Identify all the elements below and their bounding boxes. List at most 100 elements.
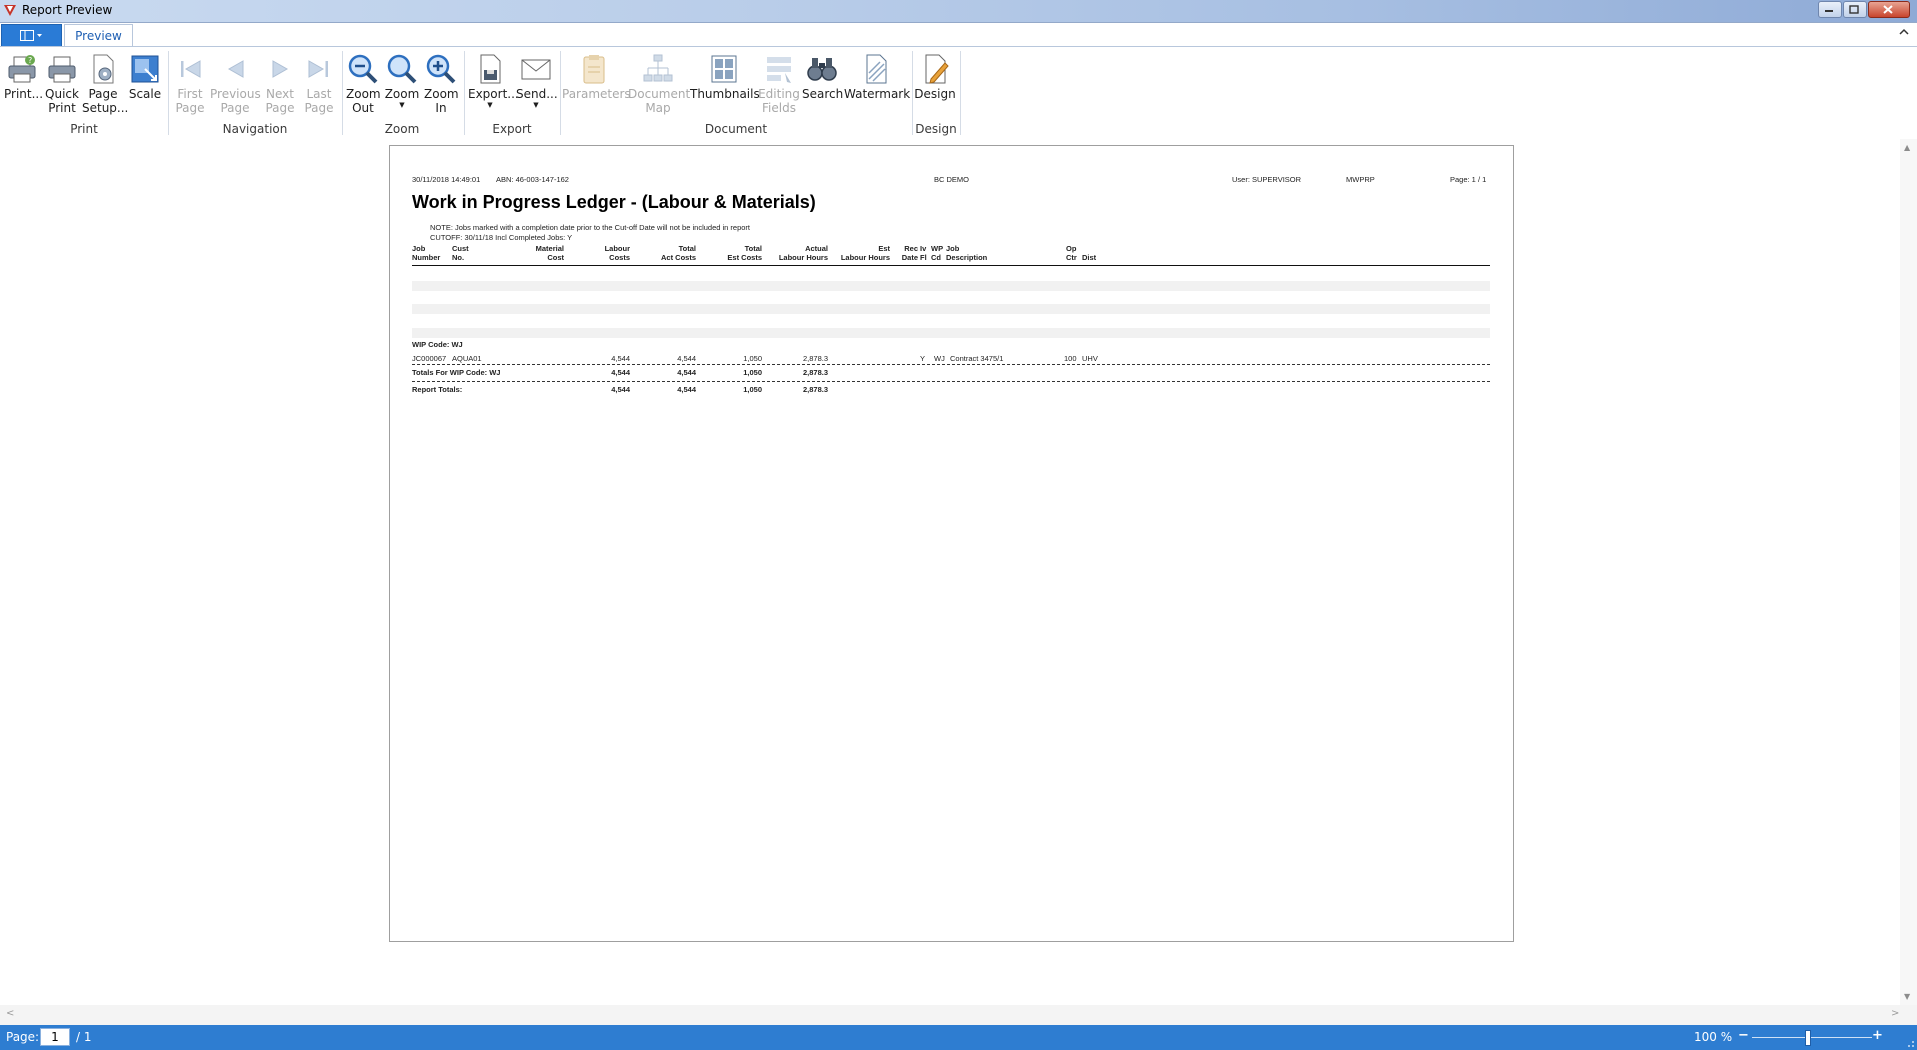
editing-fields-label-2: Fields (762, 101, 796, 115)
restore-icon (1849, 5, 1859, 14)
thumbnails-label: Thumbnails (690, 87, 760, 101)
zoom-out-icon (348, 54, 378, 84)
empty-band (412, 304, 1490, 314)
watermark-icon (866, 54, 887, 84)
previous-page-button[interactable]: Previous Page (210, 49, 261, 121)
editing-fields-button[interactable]: Editing Fields (758, 49, 800, 121)
close-icon (1883, 5, 1893, 14)
zoom-in-label-2: In (435, 101, 447, 115)
title-bar: Report Preview (0, 0, 1917, 23)
report-totals-total-act: 4,544 (677, 385, 696, 394)
close-button[interactable] (1868, 1, 1910, 18)
page-setup-icon (93, 54, 114, 84)
page-number-input[interactable]: 1 (40, 1028, 70, 1046)
app-menu-icon (20, 30, 42, 41)
print-button[interactable]: ? Print... (4, 49, 44, 121)
col-iv-fl: Iv Fl (920, 244, 927, 262)
report-totals-total-est: 1,050 (743, 385, 762, 394)
window-title: Report Preview (22, 3, 113, 17)
zoom-minus-icon[interactable]: − (1738, 1029, 1749, 1042)
parameters-label: Parameters (562, 87, 631, 101)
export-label: Export... (468, 87, 519, 101)
col-job-description: Job Description (946, 244, 988, 262)
scale-button[interactable]: Scale (128, 49, 162, 121)
tab-preview[interactable]: Preview (64, 24, 133, 47)
thumbnails-button[interactable]: Thumbnails (690, 49, 760, 121)
zoom-slider[interactable] (1752, 1037, 1872, 1038)
export-button[interactable]: Export... ▼ (468, 49, 519, 121)
first-page-icon (181, 60, 201, 78)
search-button[interactable]: Search (802, 49, 844, 121)
group-totals-total-est: 1,050 (743, 368, 762, 377)
col-labour-costs: Labour Costs (604, 244, 630, 262)
previous-page-icon (227, 60, 244, 78)
design-button[interactable]: Design (914, 49, 956, 121)
zoom-group-label: Zoom (384, 122, 420, 136)
thumbnails-icon (711, 55, 737, 83)
resize-grip-icon[interactable] (1905, 1038, 1915, 1048)
scroll-up-icon[interactable]: ▲ (1904, 143, 1910, 152)
page-total: / 1 (76, 1030, 92, 1044)
report-title: Work in Progress Ledger - (Labour & Mate… (412, 192, 816, 212)
zoom-in-button[interactable]: Zoom In (424, 49, 459, 121)
col-total-est-costs: Total Est Costs (727, 244, 762, 262)
last-page-icon (308, 60, 328, 78)
col-op-ctr: Op Ctr (1066, 244, 1077, 262)
zoom-in-icon (426, 54, 456, 84)
empty-band (412, 328, 1490, 338)
print-group-label: Print (70, 122, 98, 136)
last-page-label-1: Last (306, 87, 332, 101)
group-totals-label: Totals For WIP Code: WJ (412, 368, 501, 377)
last-page-label-2: Page (304, 101, 334, 115)
vertical-scrollbar[interactable]: ▲ ▼ (1900, 139, 1917, 1005)
report-total-rule (412, 381, 1490, 382)
zoom-out-button[interactable]: Zoom Out (346, 49, 381, 121)
zoom-icon (387, 54, 417, 84)
maximize-button[interactable] (1843, 1, 1867, 18)
scroll-down-icon[interactable]: ▼ (1904, 992, 1910, 1001)
row-job-number: JC000067 (412, 354, 447, 363)
scroll-right-icon[interactable]: > (1891, 1008, 1899, 1019)
report-page-number: Page: 1 / 1 (1450, 175, 1487, 184)
page-setup-label-1: Page (88, 87, 118, 101)
zoom-level: 100 % (1694, 1030, 1733, 1044)
zoom-dropdown-button[interactable]: Zoom ▼ (384, 49, 420, 121)
page-setup-button[interactable]: Page Setup... (82, 49, 128, 121)
ribbon-separator (464, 51, 465, 135)
horizontal-scrollbar[interactable]: < > (0, 1005, 1917, 1025)
ribbon-separator (560, 51, 561, 135)
ribbon-separator (912, 51, 913, 135)
dropdown-arrow-icon: ▼ (399, 101, 405, 109)
print-label: Print... (4, 87, 44, 101)
zoom-slider-thumb[interactable] (1805, 1030, 1811, 1046)
document-group-label: Document (704, 122, 768, 136)
watermark-button[interactable]: Watermark (844, 49, 911, 121)
zoom-plus-icon[interactable]: + (1872, 1029, 1883, 1042)
minimize-button[interactable] (1818, 1, 1842, 18)
document-map-button[interactable]: Document Map (628, 49, 690, 121)
parameters-button[interactable]: Parameters (562, 49, 631, 121)
scroll-left-icon[interactable]: < (6, 1008, 14, 1019)
row-total-est-costs: 1,050 (743, 354, 762, 363)
editing-fields-label-1: Editing (758, 87, 800, 101)
printer-icon: ? (8, 55, 36, 83)
scale-icon (131, 55, 159, 83)
quick-print-button[interactable]: Quick Print (44, 49, 80, 121)
search-label: Search (802, 87, 844, 101)
next-page-button[interactable]: Next Page (262, 49, 298, 121)
report-totals-label: Report Totals: (412, 385, 463, 394)
col-actual-labour-hours: Actual Labour Hours (778, 244, 828, 262)
report-timestamp: 30/11/2018 14:49:01 (412, 175, 481, 184)
watermark-label: Watermark (844, 87, 911, 101)
report-abn: ABN: 46-003-147-162 (496, 175, 569, 184)
zoom-in-label-1: Zoom (424, 87, 459, 101)
col-job-number: Job Number (412, 244, 441, 262)
collapse-ribbon-icon[interactable] (1899, 28, 1909, 36)
first-page-button[interactable]: First Page (172, 49, 208, 121)
status-bar: Page: 1 / 1 100 % − + (0, 1025, 1917, 1050)
group-total-rule (412, 364, 1490, 365)
last-page-button[interactable]: Last Page (302, 49, 336, 121)
application-menu-button[interactable] (1, 24, 62, 47)
group-totals-actual-hours: 2,878.3 (802, 368, 828, 377)
send-button[interactable]: Send... ▼ (516, 49, 558, 121)
